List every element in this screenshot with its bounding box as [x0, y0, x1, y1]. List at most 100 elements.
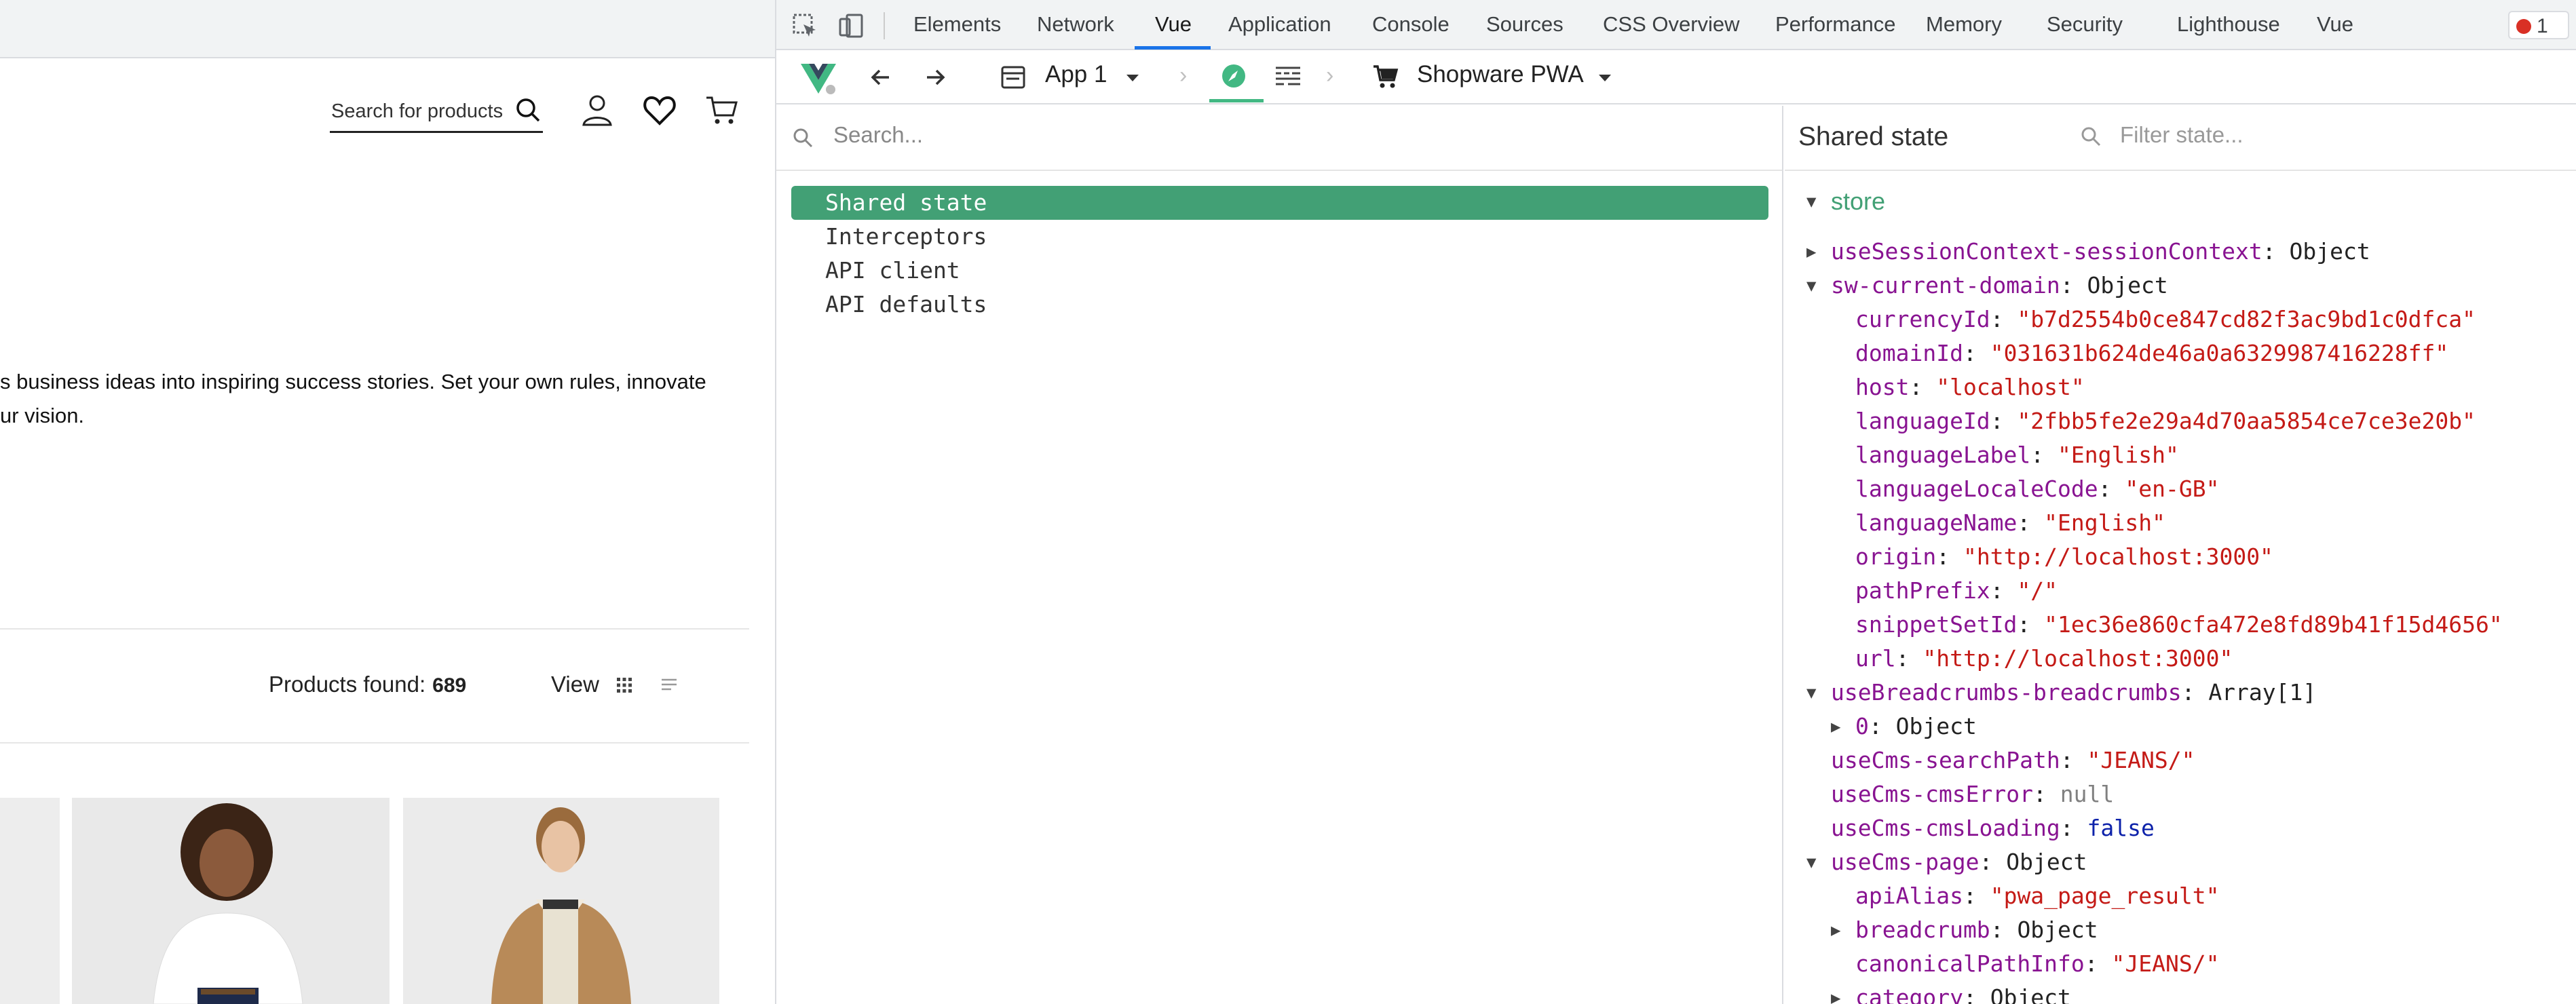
- list-item-interceptors[interactable]: Interceptors: [791, 220, 1768, 254]
- plugin-selector-label[interactable]: Shopware PWA: [1417, 61, 1584, 88]
- state-value: "1ec36e860cfa472e8fd89b41f15d4656": [2044, 611, 2503, 638]
- forward-arrow-icon[interactable]: [923, 65, 947, 90]
- state-value: "English": [2058, 442, 2179, 468]
- state-key: host: [1855, 374, 1910, 400]
- state-row[interactable]: ▶ category: Object: [1785, 981, 2576, 1004]
- list-item-api-defaults[interactable]: API defaults: [791, 288, 1768, 322]
- app-selector-label[interactable]: App 1: [1045, 61, 1107, 88]
- vue-devtools-toolbar: App 1 › › Shopware PWA: [776, 50, 2576, 104]
- view-label: View: [551, 672, 599, 697]
- tab-css-overview[interactable]: CSS Overview: [1603, 12, 1740, 37]
- state-value: "2fbb5fe2e29a4d70aa5854ce7ce3e20b": [2017, 408, 2476, 434]
- list-view-icon[interactable]: [660, 676, 679, 695]
- search-icon[interactable]: [514, 96, 542, 123]
- state-value: "031631b624de46a0a6329987416228ff": [1990, 340, 2449, 366]
- state-key: languageLabel: [1855, 442, 2031, 468]
- devtools-panel: Elements Network Vue Application Console…: [775, 0, 2576, 1004]
- inspector-node-list: Shared state Interceptors API client API…: [791, 186, 1768, 322]
- state-row: languageLabel: "English": [1785, 438, 2576, 472]
- key-separator: :: [2060, 815, 2087, 841]
- heart-icon[interactable]: [642, 92, 677, 128]
- inspector-search[interactable]: Search...: [776, 106, 1782, 171]
- triangle-down-icon[interactable]: ▼: [1806, 269, 1816, 303]
- product-card[interactable]: [0, 798, 60, 1004]
- state-row[interactable]: ▼ useBreadcrumbs-breadcrumbs: Array[1]: [1785, 676, 2576, 710]
- triangle-down-icon[interactable]: ▼: [1806, 676, 1816, 710]
- tab-console[interactable]: Console: [1372, 12, 1450, 37]
- key-separator: :: [2262, 238, 2290, 265]
- state-row[interactable]: ▶ useSessionContext-sessionContext: Objec…: [1785, 235, 2576, 269]
- products-found-label: Products found:: [269, 672, 426, 697]
- tab-lighthouse[interactable]: Lighthouse: [2177, 12, 2280, 37]
- chevron-down-icon[interactable]: [1597, 73, 1612, 83]
- triangle-right-icon[interactable]: ▶: [1831, 710, 1840, 744]
- tab-application[interactable]: Application: [1228, 12, 1331, 37]
- tab-memory[interactable]: Memory: [1926, 12, 2002, 37]
- intro-text: s business ideas into inspiring success …: [0, 365, 753, 433]
- intro-line-1: s business ideas into inspiring success …: [0, 370, 706, 393]
- state-row[interactable]: ▼ useCms-page: Object: [1785, 845, 2576, 879]
- state-value: "English": [2044, 509, 2165, 536]
- triangle-right-icon[interactable]: ▶: [1831, 913, 1840, 947]
- key-separator: :: [2030, 442, 2058, 468]
- filter-state-input[interactable]: Filter state...: [2120, 122, 2243, 148]
- state-value: "http://localhost:3000": [1963, 543, 2273, 570]
- state-key: breadcrumb: [1855, 916, 1990, 943]
- list-item-shared-state[interactable]: Shared state: [791, 186, 1768, 220]
- triangle-right-icon[interactable]: ▶: [1806, 235, 1816, 269]
- state-value: null: [2060, 781, 2115, 807]
- user-icon[interactable]: [580, 92, 615, 128]
- cart-icon[interactable]: [704, 92, 740, 128]
- state-key: 0: [1855, 713, 1869, 739]
- state-value: "JEANS/": [2087, 747, 2195, 773]
- tab-network[interactable]: Network: [1037, 12, 1114, 37]
- inspect-element-icon[interactable]: [791, 12, 818, 39]
- search-field[interactable]: Search for products: [330, 94, 543, 133]
- list-item-api-client[interactable]: API client: [791, 254, 1768, 288]
- key-separator: :: [2098, 476, 2125, 502]
- state-entry: languageId: "2fbb5fe2e29a4d70aa5854ce7ce…: [1855, 404, 2476, 438]
- state-key: domainId: [1855, 340, 1963, 366]
- search-placeholder: Search...: [833, 122, 924, 147]
- product-card[interactable]: [403, 798, 719, 1004]
- state-row: languageName: "English": [1785, 506, 2576, 540]
- grid-view-icon[interactable]: [615, 676, 634, 695]
- state-row: apiAlias: "pwa_page_result": [1785, 879, 2576, 913]
- state-row[interactable]: ▶ 0: Object: [1785, 710, 2576, 744]
- inspector-tree-pane: Search... Shared state Interceptors API …: [776, 106, 1783, 1004]
- state-row: domainId: "031631b624de46a0a632998741622…: [1785, 336, 2576, 370]
- tab-elements[interactable]: Elements: [913, 12, 1001, 37]
- key-separator: :: [1963, 883, 1990, 909]
- state-row[interactable]: ▼ sw-current-domain: Object: [1785, 269, 2576, 303]
- tab-vue-2[interactable]: Vue: [2317, 12, 2353, 37]
- error-count-badge[interactable]: 1: [2508, 11, 2569, 39]
- state-row: snippetSetId: "1ec36e860cfa472e8fd89b41f…: [1785, 608, 2576, 642]
- product-card[interactable]: [72, 798, 390, 1004]
- triangle-down-icon[interactable]: ▼: [1806, 185, 1816, 218]
- state-title: Shared state: [1798, 122, 1949, 151]
- devtools-tab-bar: Elements Network Vue Application Console…: [776, 0, 2576, 50]
- state-header: Shared state Filter state...: [1785, 106, 2576, 171]
- state-entry: useSessionContext-sessionContext: Object: [1831, 235, 2370, 269]
- compass-icon[interactable]: [1220, 62, 1247, 90]
- store-label: store: [1831, 187, 1886, 215]
- tab-security[interactable]: Security: [2047, 12, 2123, 37]
- triangle-right-icon[interactable]: ▶: [1831, 981, 1840, 1004]
- timeline-icon[interactable]: [1274, 65, 1302, 88]
- state-row[interactable]: ▶ breadcrumb: Object: [1785, 913, 2576, 947]
- store-section-header[interactable]: ▼ store: [1785, 185, 2576, 218]
- chevron-down-icon[interactable]: [1125, 73, 1140, 83]
- state-row: canonicalPathInfo: "JEANS/": [1785, 947, 2576, 981]
- state-value: Object: [2017, 916, 2098, 943]
- triangle-down-icon[interactable]: ▼: [1806, 845, 1816, 879]
- device-toolbar-icon[interactable]: [837, 12, 865, 39]
- back-arrow-icon[interactable]: [869, 65, 893, 90]
- active-plugin-indicator: [1209, 99, 1264, 102]
- key-separator: :: [1963, 984, 1990, 1004]
- state-row: url: "http://localhost:3000": [1785, 642, 2576, 676]
- state-entry: languageLabel: "English": [1855, 438, 2179, 472]
- tab-performance[interactable]: Performance: [1775, 12, 1895, 37]
- tab-sources[interactable]: Sources: [1486, 12, 1564, 37]
- state-key: snippetSetId: [1855, 611, 2018, 638]
- tab-vue[interactable]: Vue: [1155, 12, 1192, 37]
